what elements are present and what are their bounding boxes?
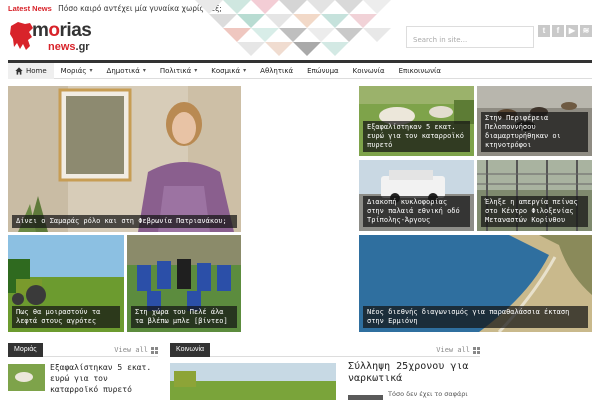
nav-item-athlitika[interactable]: Αθλητικά (253, 63, 300, 79)
photo-tractor-thumb (170, 363, 336, 400)
logo-subtitle: news.gr (48, 41, 90, 53)
article-title[interactable]: Νέος διεθνής διαγωνισμός για παραθαλάσσι… (363, 306, 588, 328)
nav-item-epikoinonia[interactable]: Επικοινωνία (392, 63, 448, 79)
featured-photo-woman (8, 86, 241, 232)
koinonia-list-thumbnail[interactable] (348, 390, 383, 400)
featured-article-main[interactable]: Δίνει ο Σαμαράς ρόλο και στη Φεβρωνία Πα… (8, 86, 241, 232)
social-links: t f ▶ ≋ (538, 25, 592, 37)
section-tag[interactable]: Κοινωνία (170, 343, 211, 357)
list-item-thumbnail[interactable] (8, 364, 45, 391)
nav-item-eponyma[interactable]: Επώνυμα (300, 63, 346, 79)
youtube-icon[interactable]: ▶ (566, 25, 578, 37)
koinonia-featured-image[interactable] (170, 363, 336, 400)
home-icon (15, 66, 23, 75)
header-decoration (195, 0, 391, 56)
chevron-down-icon: ▾ (194, 66, 198, 74)
nav-item-dimotika[interactable]: Δημοτικά ▾ (100, 63, 153, 79)
site-logo[interactable]: morias news.gr (8, 20, 92, 56)
koinonia-snippet[interactable]: Τόσο δεν έχει το σαφάρι (388, 390, 468, 398)
koinonia-headline[interactable]: Σύλληψη 25χρονου για ναρκωτικά (348, 361, 483, 385)
section-tag[interactable]: Μοριάς (8, 343, 43, 357)
featured-article-title[interactable]: Δίνει ο Σαμαράς ρόλο και στη Φεβρωνία Πα… (12, 215, 237, 228)
article-tile-coast[interactable]: Νέος διεθνής διαγωνισμός για παραθαλάσσι… (359, 235, 592, 332)
photo-thumb (348, 395, 383, 400)
site-search[interactable] (406, 26, 534, 50)
article-title[interactable]: Στη χώρα του Πελέ άλα τα βλέπω μπλε [βίν… (131, 306, 237, 328)
nav-item-home[interactable]: Home (8, 62, 54, 79)
article-tile-fence[interactable]: Έληξε η απεργία πείνας στο Κέντρο Φιλοξε… (477, 160, 592, 231)
logo-wordmark: morias (32, 20, 92, 41)
article-tile-tractor[interactable]: Πως θα μοιραστούν τα λεφτά στους αγρότες (8, 235, 124, 332)
view-all-link[interactable]: View all (436, 344, 480, 356)
article-title[interactable]: Έληξε η απεργία πείνας στο Κέντρο Φιλοξε… (481, 196, 588, 227)
article-title[interactable]: Στην Περιφέρεια Πελοποννήσου διαμαρτυρήθ… (481, 112, 588, 152)
nav-item-politika[interactable]: Πολιτικά ▾ (153, 63, 204, 79)
main-navigation: Home Μοριάς ▾ Δημοτικά ▾ Πολιτικά ▾ Κοσμικά… (8, 60, 592, 79)
article-tile-road[interactable]: Διακοπή κυκλοφορίας στην παλαιά εθνική ο… (359, 160, 474, 231)
grid-icon (473, 346, 480, 354)
nav-item-morias[interactable]: Μοριάς ▾ (54, 63, 100, 79)
rss-icon[interactable]: ≋ (580, 25, 592, 37)
chevron-down-icon: ▾ (243, 66, 247, 74)
photo-sheep-thumb (8, 364, 45, 391)
grid-icon (151, 346, 158, 354)
section-header-koinonia: Κοινωνία View all (170, 343, 480, 357)
article-tile-football[interactable]: Στη χώρα του Πελέ άλα τα βλέπω μπλε [βίν… (127, 235, 241, 332)
facebook-icon[interactable]: f (552, 25, 564, 37)
view-all-link[interactable]: View all (114, 344, 158, 356)
chevron-down-icon: ▾ (89, 66, 93, 74)
article-title[interactable]: Πως θα μοιραστούν τα λεφτά στους αγρότες (12, 306, 120, 328)
article-title[interactable]: Διακοπή κυκλοφορίας στην παλαιά εθνική ο… (363, 196, 470, 227)
article-title[interactable]: Εξαφαλίστηκαν 5 εκατ. ευρώ για τον καταρ… (363, 121, 470, 152)
latest-news-label: Latest News (8, 4, 52, 13)
article-tile-goats[interactable]: Στην Περιφέρεια Πελοποννήσου διαμαρτυρήθ… (477, 86, 592, 156)
nav-item-kosmika[interactable]: Κοσμικά ▾ (204, 63, 253, 79)
article-tile-sheep[interactable]: Εξαφαλίστηκαν 5 εκατ. ευρώ για τον καταρ… (359, 86, 474, 156)
chevron-down-icon: ▾ (142, 66, 146, 74)
list-item-title[interactable]: Εξαφαλίστηκαν 5 εκατ. ευρώ για τον καταρ… (50, 362, 155, 395)
search-input[interactable] (407, 30, 533, 50)
twitter-icon[interactable]: t (538, 25, 550, 37)
nav-item-koinonia[interactable]: Κοινωνία (346, 63, 392, 79)
section-header-morias: Μοριάς View all (8, 343, 158, 357)
